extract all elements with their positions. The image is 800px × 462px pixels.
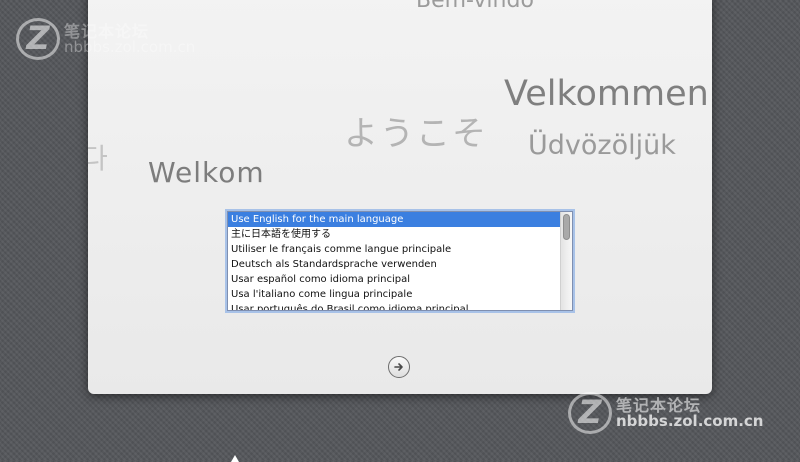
- welcome-text-danish: Velkommen: [504, 74, 709, 114]
- language-option-spanish[interactable]: Usar español como idioma principal: [228, 272, 560, 287]
- watermark-url: nbbbs.zol.com.cn: [616, 412, 764, 430]
- welcome-text-korean-fragment: 다: [88, 142, 108, 175]
- welcome-text-portuguese: Bem-vindo: [416, 0, 534, 13]
- language-option-french[interactable]: Utiliser le français comme langue princi…: [228, 242, 560, 257]
- continue-button[interactable]: [388, 356, 410, 378]
- language-option-portuguese-brazil[interactable]: Usar português do Brasil como idioma pri…: [228, 302, 560, 310]
- welcome-text-hungarian: Üdvözöljük: [528, 130, 676, 161]
- language-option-german[interactable]: Deutsch als Standardsprache verwenden: [228, 257, 560, 272]
- welcome-text-japanese: ようこそ: [344, 114, 488, 154]
- scrollbar-thumb[interactable]: [563, 214, 570, 240]
- language-option-japanese[interactable]: 主に日本語を使用する: [228, 227, 560, 242]
- language-option-english[interactable]: Use English for the main language: [228, 212, 560, 227]
- language-list-items: Use English for the main language 主に日本語を…: [228, 212, 560, 310]
- watermark-logo-icon: Z: [568, 392, 612, 434]
- language-option-italian[interactable]: Usa l'italiano come lingua principale: [228, 287, 560, 302]
- language-list[interactable]: Use English for the main language 主に日本語を…: [227, 211, 573, 311]
- welcome-panel: Bem-vindo Velkommen ようこそ Üdvözöljük 다 We…: [88, 0, 712, 394]
- language-list-scrollbar[interactable]: [560, 212, 572, 310]
- watermark-url: nbbbs.zol.com.cn: [64, 38, 196, 56]
- watermark-logo-icon: Z: [16, 18, 60, 60]
- arrow-right-circle-icon: [394, 363, 403, 371]
- welcome-text-dutch: Welkom: [148, 156, 265, 189]
